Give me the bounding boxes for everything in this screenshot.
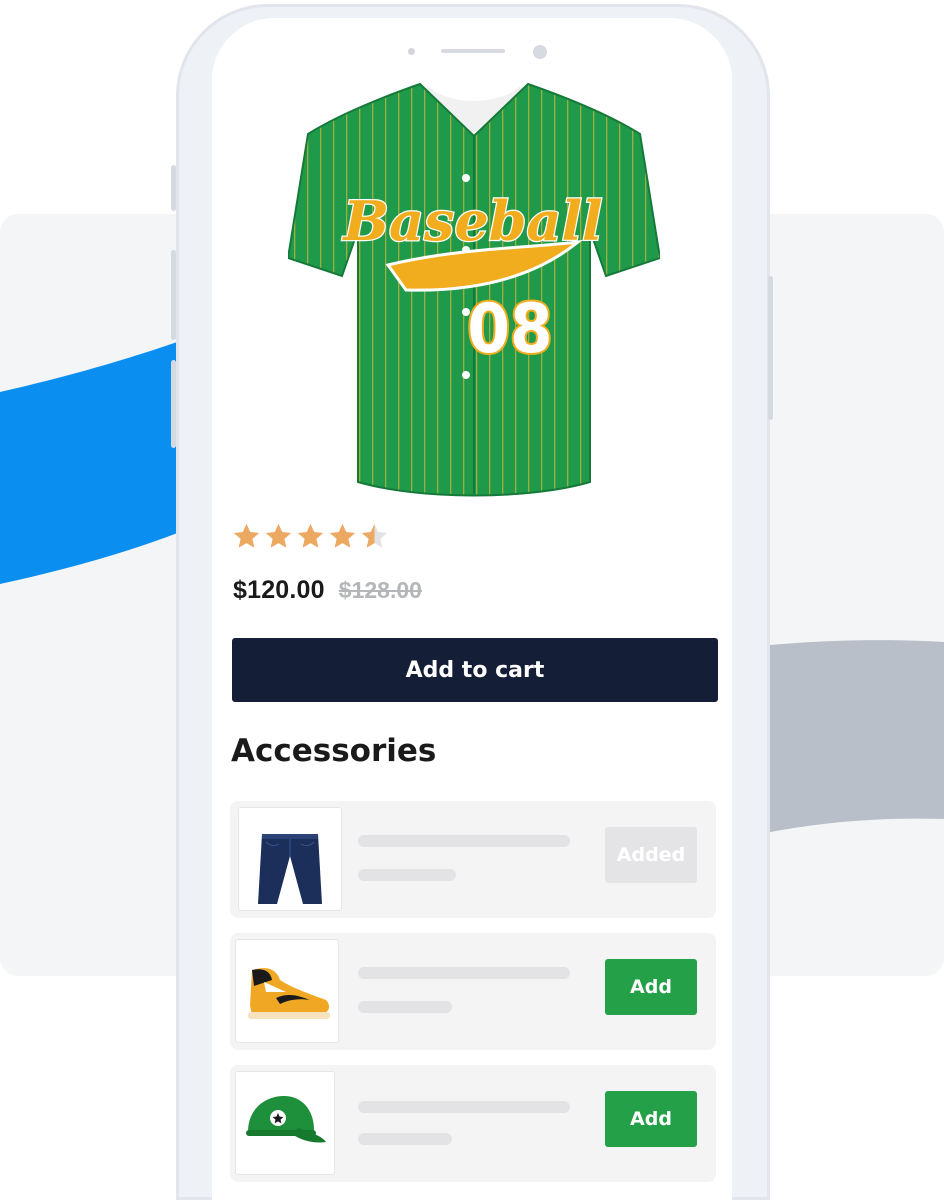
half-star-icon: [361, 523, 388, 548]
placeholder-line: [358, 869, 456, 881]
accessory-thumbnail: [235, 1071, 335, 1175]
add-button[interactable]: Add: [605, 959, 697, 1015]
gray-wave: [760, 640, 944, 834]
volume-down-button: [171, 360, 176, 448]
accessory-row: Add: [230, 1065, 716, 1182]
placeholder-line: [358, 1001, 452, 1013]
phone-screen: Baseball 08 $120.00 $128.00 Add to cart …: [212, 18, 732, 1200]
placeholder-line: [358, 1101, 570, 1113]
front-camera-icon: [533, 45, 547, 59]
product-image: Baseball 08: [288, 82, 660, 497]
speaker-grille: [441, 49, 505, 53]
jersey-script: Baseball: [341, 189, 602, 253]
add-button[interactable]: Add: [605, 1091, 697, 1147]
proximity-sensor: [408, 48, 415, 55]
accessory-thumbnail: [235, 939, 339, 1043]
jeans-icon: [258, 834, 322, 904]
star-icon: [265, 523, 292, 548]
star-icon: [233, 523, 260, 548]
placeholder-line: [358, 967, 570, 979]
power-button: [768, 276, 773, 420]
blue-wave: [0, 334, 200, 584]
original-price: $128.00: [338, 577, 422, 603]
mute-switch: [171, 165, 176, 211]
add-to-cart-button[interactable]: Add to cart: [232, 638, 718, 702]
accessory-row: Added: [230, 801, 716, 918]
star-icon: [297, 523, 324, 548]
star-icon: [329, 523, 356, 548]
sneaker-icon: [248, 968, 330, 1019]
placeholder-line: [358, 1133, 452, 1145]
cap-icon: [246, 1096, 326, 1143]
accessories-heading: Accessories: [231, 733, 437, 769]
current-price: $120.00: [233, 576, 325, 604]
price-row: $120.00 $128.00: [233, 576, 422, 605]
volume-up-button: [171, 250, 176, 340]
rating-stars: [232, 522, 389, 552]
accessory-row: Add: [230, 933, 716, 1050]
jersey-number: 08: [467, 290, 552, 369]
added-button[interactable]: Added: [605, 827, 697, 883]
placeholder-line: [358, 835, 570, 847]
accessory-thumbnail: [238, 807, 342, 911]
